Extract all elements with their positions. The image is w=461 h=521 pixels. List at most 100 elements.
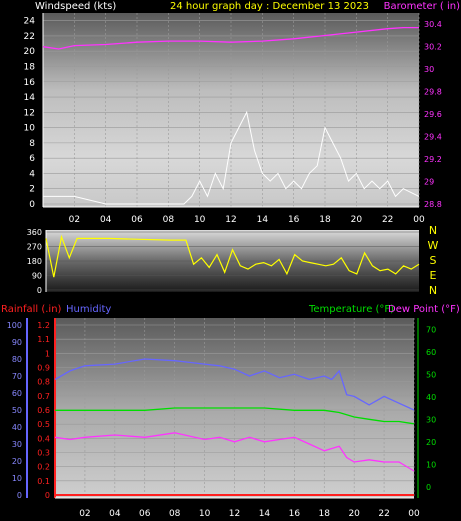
x-tick-label: 14 [257,215,269,225]
wind-tick-label: 22 [24,32,35,42]
barometer-tick-label: 29.4 [424,133,442,142]
x-tick-label: 08 [169,509,181,519]
wind-y-axis: 024681012141618202224 [24,13,44,210]
rainfall-tick-label: 1.2 [37,321,50,330]
humidity-tick-label: 70 [12,372,22,381]
wind-tick-label: 20 [24,47,36,57]
rainfall-tick-label: 0.3 [37,449,50,458]
rainfall-y-axis: 0 0.1 0.2 0.3 0.4 0.5 0.6 0.7 0.8 0.9 1 1.1 1.2 [37,318,56,500]
compass-label: S [430,254,437,267]
barometer-tick-label: 29.8 [424,88,442,97]
x-tick-label: 20 [351,215,363,225]
x-tick-label: 08 [163,215,175,225]
x-tick-label: 20 [348,509,360,519]
x-tick-label: 10 [194,215,206,225]
direction-y-axis: 0 90 180 270 360 [27,228,47,295]
humidity-tick-label: 0 [17,491,22,500]
temperature-tick-label: 40 [426,393,436,402]
x-tick-label: 18 [319,215,331,225]
humidity-tick-label: 90 [12,338,22,347]
x-tick-label: 10 [199,509,211,519]
humidity-tick-label: 40 [12,423,22,432]
temperature-axis-title: Temperature (°F) [308,304,394,315]
rainfall-tick-label: 1.1 [37,335,50,344]
humidity-y-axis: 0 10 20 30 40 50 60 70 80 90 100 [7,318,28,500]
top-header: Windspeed (kts) 24 hour graph day : Dece… [35,1,460,12]
wind-tick-label: 18 [24,62,36,72]
rainfall-axis-title: Rainfall (.in) [1,304,62,315]
wind-tick-label: 4 [29,169,35,179]
temperature-tick-label: 50 [426,370,436,379]
rainfall-tick-label: 0 [45,491,50,500]
humidity-tick-label: 80 [12,355,22,364]
wind-x-axis: 02 04 06 08 10 12 14 16 18 20 22 00 [43,206,425,225]
rainfall-tick-label: 0.7 [37,392,50,401]
dewpoint-axis-title: Dew Point (°F) [388,304,460,315]
x-tick-label: 12 [225,215,236,225]
rainfall-tick-label: 0.8 [37,378,50,387]
direction-tick-label: 360 [27,228,42,237]
rainfall-tick-label: 0.5 [37,420,50,429]
direction-tick-label: 180 [27,257,42,266]
wind-axis-title: Windspeed (kts) [35,1,116,12]
compass-labels: NWSEN [428,224,439,297]
rainfall-tick-label: 0.6 [37,406,50,415]
wind-tick-label: 16 [24,78,36,88]
wind-tick-label: 0 [29,200,35,210]
temperature-tick-label: 20 [426,438,436,447]
x-tick-label: 04 [109,509,121,519]
compass-label: E [430,269,437,282]
graph-title: 24 hour graph day : December 13 2023 [170,1,369,12]
compass-label: N [429,224,437,237]
x-tick-label: 00 [408,509,420,519]
wind-tick-label: 10 [24,124,36,134]
temperature-y-axis: 0 10 20 30 40 50 60 70 [417,318,436,498]
barometer-y-axis: 28.8 29 29.2 29.4 29.6 29.8 30 30.2 30.4 [424,20,442,209]
humidity-tick-label: 100 [7,321,22,330]
rainfall-tick-label: 1 [45,349,50,358]
x-tick-label: 12 [229,509,240,519]
barometer-tick-label: 30.2 [424,43,442,52]
barometer-tick-label: 29 [424,178,434,187]
x-tick-label: 16 [289,509,301,519]
direction-tick-label: 270 [27,243,42,252]
barometer-tick-label: 29.2 [424,155,442,164]
rainfall-tick-label: 0.2 [37,463,50,472]
x-tick-label: 02 [79,509,90,519]
x-tick-label: 06 [139,509,151,519]
rainfall-tick-label: 0.1 [37,477,50,486]
humidity-tick-label: 20 [12,457,22,466]
direction-tick-label: 90 [32,272,42,281]
wind-tick-label: 14 [24,93,36,103]
wind-tick-label: 12 [24,108,35,118]
compass-label: N [429,284,437,297]
x-tick-label: 22 [378,509,389,519]
x-tick-label: 18 [319,509,331,519]
barometer-tick-label: 30.4 [424,20,442,29]
x-tick-label: 02 [69,215,80,225]
x-tick-label: 14 [259,509,271,519]
temperature-tick-label: 60 [426,348,436,357]
barometer-axis-title: Barometer ( in) [384,1,460,12]
lower-header: Rainfall (.in) Humidity Temperature (°F)… [1,304,460,315]
temperature-tick-label: 70 [426,325,436,334]
compass-label: W [428,239,439,252]
weather-graph: Windspeed (kts) 24 hour graph day : Dece… [1,1,460,519]
barometer-tick-label: 28.8 [424,200,442,209]
temperature-tick-label: 0 [426,483,431,492]
humidity-tick-label: 60 [12,389,22,398]
x-tick-label: 06 [131,215,143,225]
humidity-axis-title: Humidity [66,304,111,315]
x-tick-label: 00 [413,215,425,225]
barometer-tick-label: 30 [424,65,434,74]
direction-tick-label: 0 [37,286,42,295]
rainfall-tick-label: 0.4 [37,434,50,443]
wind-tick-label: 8 [29,139,35,149]
x-tick-label: 04 [100,215,112,225]
wind-tick-label: 6 [29,154,35,164]
humidity-tick-label: 50 [12,406,22,415]
humidity-tick-label: 30 [12,440,22,449]
x-tick-label: 22 [382,215,393,225]
wind-tick-label: 24 [24,17,36,27]
barometer-tick-label: 29.6 [424,110,442,119]
